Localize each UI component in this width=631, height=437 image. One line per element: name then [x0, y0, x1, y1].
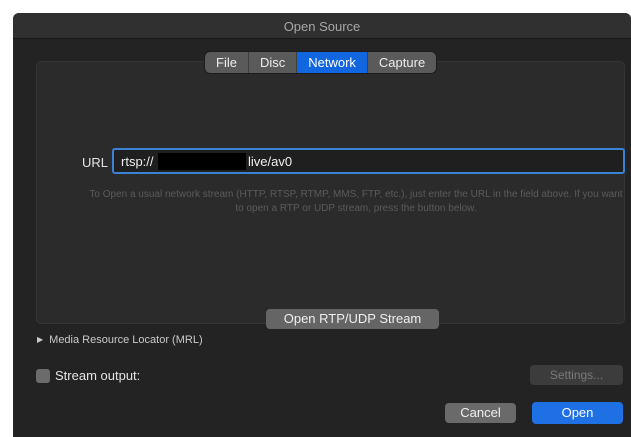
url-value-suffix: live/av0: [248, 154, 293, 169]
url-label: URL: [82, 155, 109, 170]
source-tabs: File Disc Network Capture: [205, 52, 437, 73]
url-value-prefix: rtsp://: [121, 154, 154, 169]
tab-network[interactable]: Network: [297, 52, 368, 73]
tab-file[interactable]: File: [205, 52, 249, 73]
redacted-url-segment: [158, 153, 246, 170]
mrl-label: Media Resource Locator (MRL): [49, 334, 203, 346]
url-input[interactable]: rtsp:// live/av0: [112, 148, 625, 174]
stream-output-label: Stream output:: [55, 368, 141, 383]
cancel-button[interactable]: Cancel: [445, 403, 516, 423]
network-help-text: To Open a usual network stream (HTTP, RT…: [89, 189, 623, 214]
disclosure-triangle-icon: ▶: [37, 335, 44, 344]
tab-capture[interactable]: Capture: [368, 52, 436, 73]
network-panel: URL rtsp:// live/av0 To Open a usual net…: [36, 61, 625, 329]
open-button[interactable]: Open: [532, 402, 623, 424]
window-title: Open Source: [283, 19, 361, 34]
open-source-dialog: Open Source URL rtsp:// live/av0 To Open…: [13, 13, 631, 437]
tab-disc[interactable]: Disc: [249, 52, 298, 73]
stream-output-checkbox[interactable]: [36, 368, 50, 383]
open-rtp-udp-stream-button[interactable]: Open RTP/UDP Stream: [266, 309, 439, 329]
settings-button[interactable]: Settings...: [530, 365, 623, 385]
title-bar[interactable]: Open Source: [13, 13, 631, 39]
mrl-disclosure[interactable]: ▶ Media Resource Locator (MRL): [37, 334, 203, 346]
stream-output-row: Stream output:: [36, 368, 140, 383]
